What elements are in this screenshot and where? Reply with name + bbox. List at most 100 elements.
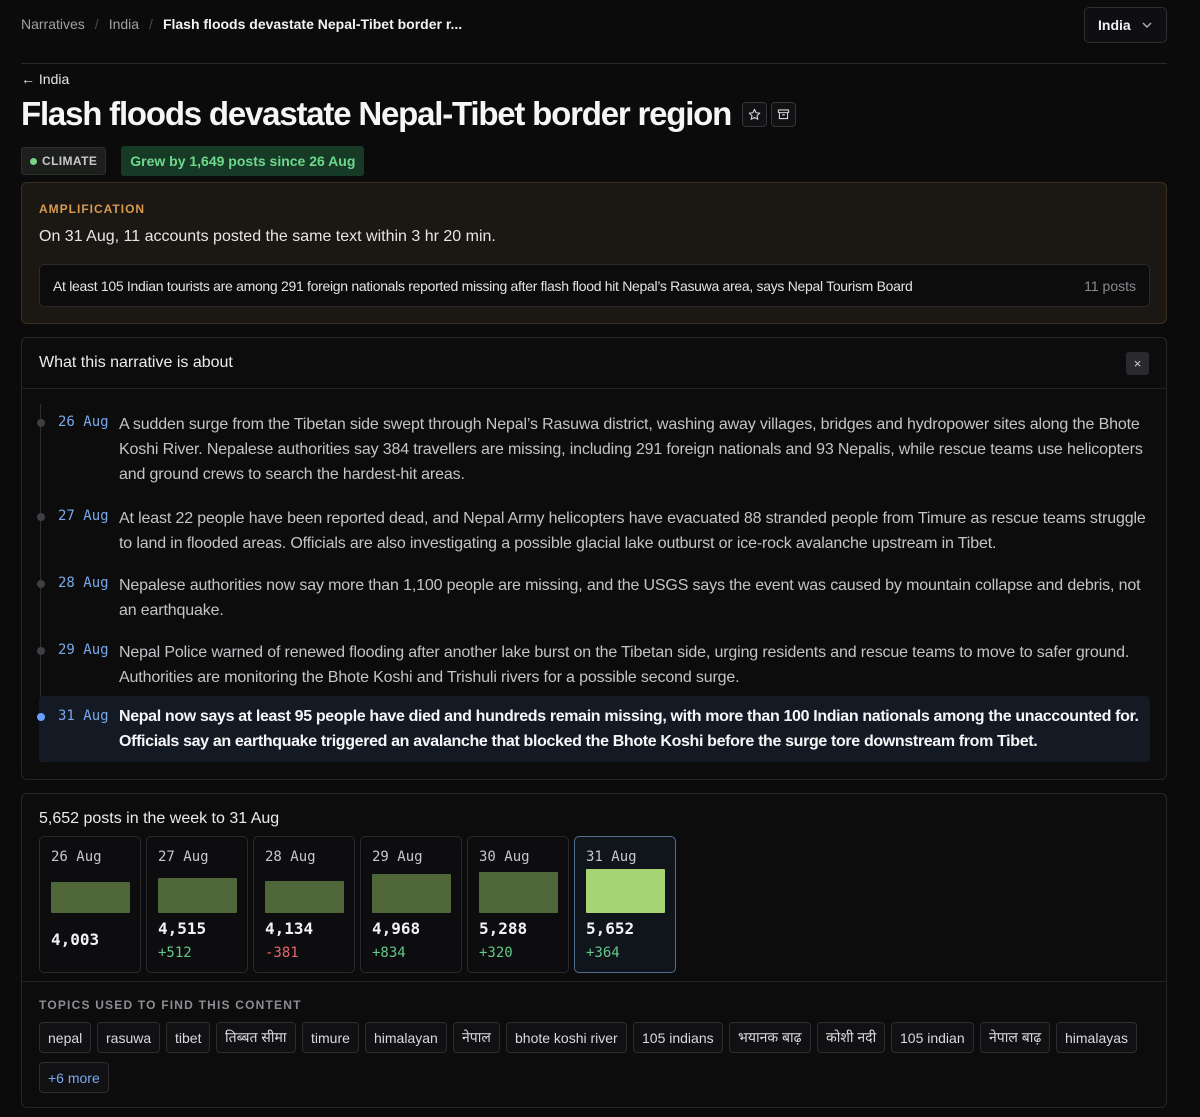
day-card-date: 27 Aug: [158, 849, 209, 865]
topic-chip[interactable]: नेपाल: [453, 1022, 500, 1053]
day-card-date: 26 Aug: [51, 849, 102, 865]
timeline-date: 26 Aug: [58, 414, 109, 430]
posts-title: 5,652 posts in the week to 31 Aug: [39, 810, 280, 827]
day-card-delta: +320: [479, 945, 513, 961]
day-card-bar: [479, 872, 558, 913]
top-bar: Narratives / India / Flash floods devast…: [21, 0, 1167, 64]
day-card-delta: +834: [372, 945, 406, 961]
chevron-down-icon: [1142, 22, 1152, 28]
timeline-text: A sudden surge from the Tibetan side swe…: [119, 416, 1143, 483]
close-icon: ×: [1133, 356, 1142, 371]
timeline-entry: 27 Aug At least 22 people have been repo…: [37, 498, 1150, 558]
category-label: CLIMATE: [42, 154, 98, 168]
about-title: What this narrative is about: [39, 354, 233, 371]
about-panel: What this narrative is about × 26 Aug A …: [21, 337, 1167, 780]
category-dot: [30, 157, 37, 165]
day-card-count: 4,003: [51, 930, 100, 949]
timeline-text: Nepal Police warned of renewed flooding …: [119, 644, 1130, 686]
breadcrumb: Narratives / India / Flash floods devast…: [21, 16, 462, 32]
day-card-date: 31 Aug: [586, 849, 637, 865]
archive-button[interactable]: [771, 101, 797, 127]
timeline-date: 27 Aug: [58, 508, 109, 524]
breadcrumb-india[interactable]: India: [109, 16, 139, 32]
day-card-bar: [372, 874, 451, 913]
title-row: Flash floods devastate Nepal-Tibet borde…: [21, 94, 797, 134]
topic-chip[interactable]: bhote koshi river: [506, 1022, 627, 1053]
archive-icon: [777, 108, 790, 119]
day-card-date: 30 Aug: [479, 849, 530, 865]
timeline-dot: [37, 580, 45, 588]
category-badge: CLIMATE: [21, 147, 107, 175]
day-card[interactable]: 27 Aug 4,515 +512: [146, 836, 248, 973]
back-link[interactable]: ← India: [21, 71, 69, 87]
day-card-count: 4,515: [158, 919, 207, 938]
posts-panel: 5,652 posts in the week to 31 Aug 26 Aug…: [21, 793, 1167, 1108]
topic-chip[interactable]: timure: [302, 1022, 359, 1053]
topic-chip[interactable]: भयानक बाढ़: [729, 1022, 811, 1053]
topic-chip[interactable]: कोशी नदी: [817, 1022, 886, 1053]
amplification-label: AMPLIFICATION: [39, 202, 146, 216]
divider: [22, 981, 1166, 982]
day-card-delta: +364: [586, 945, 620, 961]
day-card-bar: [158, 878, 237, 913]
timeline-entry: 26 Aug A sudden surge from the Tibetan s…: [37, 404, 1150, 490]
topic-chip[interactable]: 105 indian: [891, 1022, 974, 1053]
badges: CLIMATE Grew by 1,649 posts since 26 Aug: [21, 146, 365, 176]
topic-chip[interactable]: rasuwa: [97, 1022, 161, 1053]
about-header: What this narrative is about ×: [22, 338, 1166, 389]
amplified-post[interactable]: At least 105 Indian tourists are among 2…: [39, 264, 1150, 307]
star-button[interactable]: [742, 101, 768, 127]
timeline-entry: 28 Aug Nepalese authorities now say more…: [37, 565, 1150, 625]
day-card[interactable]: 31 Aug 5,652 +364: [574, 836, 676, 973]
star-icon: [748, 108, 761, 120]
timeline-date: 31 Aug: [58, 708, 109, 724]
day-card-date: 29 Aug: [372, 849, 423, 865]
topic-chip[interactable]: nepal: [39, 1022, 92, 1053]
topic-chip[interactable]: तिब्बत सीमा: [216, 1022, 296, 1053]
breadcrumb-current: Flash floods devastate Nepal-Tibet borde…: [162, 16, 463, 32]
breadcrumb-separator: /: [149, 16, 153, 32]
timeline-text: At least 22 people have been reported de…: [119, 510, 1146, 552]
timeline-dot: [37, 647, 45, 655]
topic-chip[interactable]: himalayas: [1056, 1022, 1138, 1053]
timeline-dot: [37, 419, 45, 427]
timeline-dot: [37, 513, 45, 521]
topic-chip[interactable]: 105 indians: [633, 1022, 723, 1053]
daily-post-cards: 26 Aug 4,003 27 Aug 4,515 +512 28 Aug 4,134 -38…: [39, 836, 679, 973]
day-card-date: 28 Aug: [265, 849, 316, 865]
timeline-text: Nepalese authorities now say more than 1…: [119, 577, 1141, 619]
day-card[interactable]: 29 Aug 4,968 +834: [360, 836, 462, 973]
topics-label: TOPICS USED TO FIND THIS CONTENT: [39, 998, 302, 1012]
topics-more-button[interactable]: +6 more: [39, 1062, 109, 1093]
day-card[interactable]: 28 Aug 4,134 -381: [253, 836, 355, 973]
timeline-date: 28 Aug: [58, 575, 109, 591]
breadcrumb-separator: /: [94, 16, 99, 32]
day-card-bar: [51, 882, 130, 913]
day-card-count: 4,968: [372, 919, 421, 938]
topic-chip[interactable]: himalayan: [365, 1022, 447, 1053]
topic-chip[interactable]: नेपाल बाढ़: [980, 1022, 1051, 1053]
growth-badge: Grew by 1,649 posts since 26 Aug: [121, 146, 365, 176]
timeline-dot-current: [37, 713, 45, 721]
day-card-delta: +512: [158, 945, 192, 961]
country-select[interactable]: India: [1084, 7, 1167, 43]
amplified-post-text: At least 105 Indian tourists are among 2…: [53, 277, 913, 294]
day-card-delta: -381: [265, 945, 299, 961]
page-title: Flash floods devastate Nepal-Tibet borde…: [21, 95, 732, 132]
day-card[interactable]: 30 Aug 5,288 +320: [467, 836, 569, 973]
day-card-count: 5,652: [586, 919, 635, 938]
topic-chip[interactable]: tibet: [166, 1022, 211, 1053]
timeline-text: Nepal now says at least 95 people have d…: [119, 708, 1139, 750]
day-card-bar: [265, 881, 344, 913]
day-card-bar: [586, 869, 665, 913]
day-card-count: 5,288: [479, 919, 528, 938]
amplification-summary: On 31 Aug, 11 accounts posted the same t…: [39, 228, 496, 245]
day-card-count: 4,134: [265, 919, 314, 938]
breadcrumb-narratives[interactable]: Narratives: [21, 16, 85, 32]
country-select-value: India: [1098, 17, 1131, 33]
amplification-panel: AMPLIFICATION On 31 Aug, 11 accounts pos…: [21, 182, 1167, 324]
day-card[interactable]: 26 Aug 4,003: [39, 836, 141, 973]
close-button[interactable]: ×: [1126, 352, 1149, 375]
amplified-post-count: 11 posts: [1084, 277, 1136, 294]
timeline-date: 29 Aug: [58, 642, 109, 658]
